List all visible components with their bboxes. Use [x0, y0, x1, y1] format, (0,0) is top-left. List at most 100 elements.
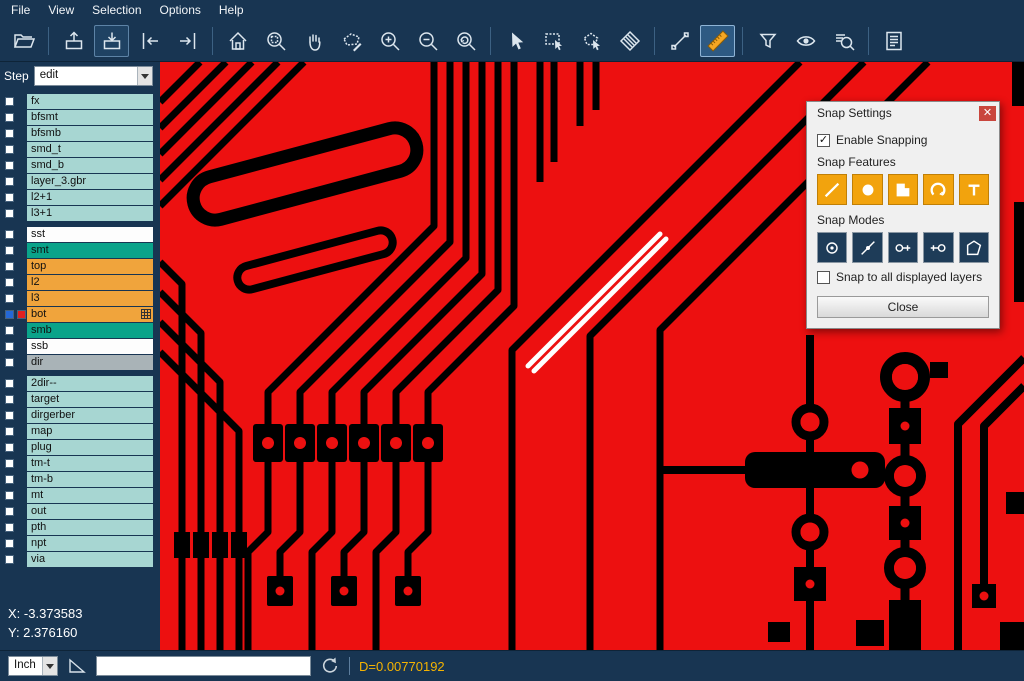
- command-input[interactable]: [96, 656, 311, 676]
- zoom-polygon-button[interactable]: [334, 25, 369, 57]
- layer-name[interactable]: pth: [27, 520, 153, 535]
- layer-row-l3[interactable]: l3: [0, 291, 160, 306]
- menu-view[interactable]: View: [39, 0, 83, 20]
- layer-row-layer_3.gbr[interactable]: layer_3.gbr: [0, 174, 160, 189]
- zoom-previous-button[interactable]: [448, 25, 483, 57]
- layer-row-pth[interactable]: pth: [0, 520, 160, 535]
- layer-name[interactable]: 2dir--: [27, 376, 153, 391]
- layer-row-bfsmt[interactable]: bfsmt: [0, 110, 160, 125]
- menu-selection[interactable]: Selection: [83, 0, 150, 20]
- layer-name[interactable]: l3+1: [27, 206, 153, 221]
- layer-row-bfsmb[interactable]: bfsmb: [0, 126, 160, 141]
- report-button[interactable]: [876, 25, 911, 57]
- layer-visibility-checkbox[interactable]: [5, 193, 14, 202]
- zoom-in-button[interactable]: [372, 25, 407, 57]
- mode-pad-entry-button[interactable]: [888, 232, 918, 263]
- find-button[interactable]: [826, 25, 861, 57]
- menu-file[interactable]: File: [2, 0, 39, 20]
- layer-row-2dir--[interactable]: 2dir--: [0, 376, 160, 391]
- layer-visibility-checkbox[interactable]: [5, 145, 14, 154]
- layer-visibility-checkbox[interactable]: [5, 161, 14, 170]
- load-top-button[interactable]: [56, 25, 91, 57]
- layer-name[interactable]: out: [27, 504, 153, 519]
- layer-visibility-checkbox[interactable]: [5, 262, 14, 271]
- layer-visibility-checkbox[interactable]: [5, 459, 14, 468]
- layer-row-smd_b[interactable]: smd_b: [0, 158, 160, 173]
- hatch-button[interactable]: [612, 25, 647, 57]
- layer-row-dir[interactable]: dir: [0, 355, 160, 370]
- layer-visibility-checkbox[interactable]: [5, 443, 14, 452]
- mode-center-button[interactable]: [817, 232, 847, 263]
- layer-visibility-checkbox[interactable]: [5, 326, 14, 335]
- zoom-window-button[interactable]: [258, 25, 293, 57]
- layer-row-l2[interactable]: l2: [0, 275, 160, 290]
- dock-right-button[interactable]: [170, 25, 205, 57]
- layer-row-target[interactable]: target: [0, 392, 160, 407]
- open-button[interactable]: [6, 25, 41, 57]
- all-layers-checkbox[interactable]: ✓: [817, 271, 830, 284]
- layer-visibility-checkbox[interactable]: [5, 129, 14, 138]
- layer-visibility-checkbox[interactable]: [5, 395, 14, 404]
- layer-visibility-checkbox[interactable]: [5, 475, 14, 484]
- dialog-title-bar[interactable]: Snap Settings ✕: [807, 102, 999, 124]
- layer-visibility-checkbox[interactable]: [5, 294, 14, 303]
- menu-options[interactable]: Options: [151, 0, 210, 20]
- layer-name[interactable]: smt: [27, 243, 153, 258]
- layer-visibility-checkbox[interactable]: [5, 555, 14, 564]
- layer-visibility-checkbox[interactable]: [5, 177, 14, 186]
- zoom-out-button[interactable]: [410, 25, 445, 57]
- layer-visibility-checkbox[interactable]: [5, 97, 14, 106]
- layer-row-smt[interactable]: smt: [0, 243, 160, 258]
- layer-row-l2+1[interactable]: l2+1: [0, 190, 160, 205]
- visibility-button[interactable]: [788, 25, 823, 57]
- layer-row-via[interactable]: via: [0, 552, 160, 567]
- layer-color-swatch[interactable]: [17, 310, 26, 319]
- layer-name[interactable]: target: [27, 392, 153, 407]
- layer-visibility-checkbox[interactable]: [5, 491, 14, 500]
- dock-left-button[interactable]: [132, 25, 167, 57]
- step-select[interactable]: edit: [34, 66, 153, 86]
- layer-visibility-checkbox[interactable]: [5, 411, 14, 420]
- layer-name[interactable]: ssb: [27, 339, 153, 354]
- active-layer-indicator[interactable]: [5, 310, 14, 319]
- layer-visibility-checkbox[interactable]: [5, 209, 14, 218]
- layer-name[interactable]: bfsmt: [27, 110, 153, 125]
- select-rectangle-button[interactable]: [536, 25, 571, 57]
- pan-button[interactable]: [296, 25, 331, 57]
- layer-row-top[interactable]: top: [0, 259, 160, 274]
- layer-visibility-checkbox[interactable]: [5, 427, 14, 436]
- layer-row-smd_t[interactable]: smd_t: [0, 142, 160, 157]
- mode-pad-exit-button[interactable]: [923, 232, 953, 263]
- home-view-button[interactable]: [220, 25, 255, 57]
- layer-row-mt[interactable]: mt: [0, 488, 160, 503]
- layer-name[interactable]: via: [27, 552, 153, 567]
- enable-snapping-checkbox[interactable]: ✓: [817, 134, 830, 147]
- layer-row-ssb[interactable]: ssb: [0, 339, 160, 354]
- mode-midpoint-button[interactable]: [852, 232, 882, 263]
- layer-row-fx[interactable]: fx: [0, 94, 160, 109]
- layer-name[interactable]: smd_t: [27, 142, 153, 157]
- layer-row-tm-t[interactable]: tm-t: [0, 456, 160, 471]
- layer-visibility-checkbox[interactable]: [5, 358, 14, 367]
- layer-visibility-checkbox[interactable]: [5, 113, 14, 122]
- layer-name[interactable]: mt: [27, 488, 153, 503]
- feature-surface-button[interactable]: [888, 174, 918, 205]
- measure-ruler-button[interactable]: [700, 25, 735, 57]
- layer-name[interactable]: l3: [27, 291, 153, 306]
- select-polygon-button[interactable]: [574, 25, 609, 57]
- layer-visibility-checkbox[interactable]: [5, 342, 14, 351]
- rotate-icon[interactable]: [320, 656, 340, 676]
- layer-name[interactable]: l2: [27, 275, 153, 290]
- layer-name[interactable]: tm-t: [27, 456, 153, 471]
- layer-visibility-checkbox[interactable]: [5, 539, 14, 548]
- layer-name[interactable]: tm-b: [27, 472, 153, 487]
- load-bottom-button[interactable]: [94, 25, 129, 57]
- close-button[interactable]: Close: [817, 296, 989, 318]
- layer-row-plug[interactable]: plug: [0, 440, 160, 455]
- layer-row-smb[interactable]: smb: [0, 323, 160, 338]
- layer-name[interactable]: map: [27, 424, 153, 439]
- layer-name[interactable]: top: [27, 259, 153, 274]
- close-icon[interactable]: ✕: [979, 106, 996, 121]
- select-button[interactable]: [498, 25, 533, 57]
- layer-visibility-checkbox[interactable]: [5, 523, 14, 532]
